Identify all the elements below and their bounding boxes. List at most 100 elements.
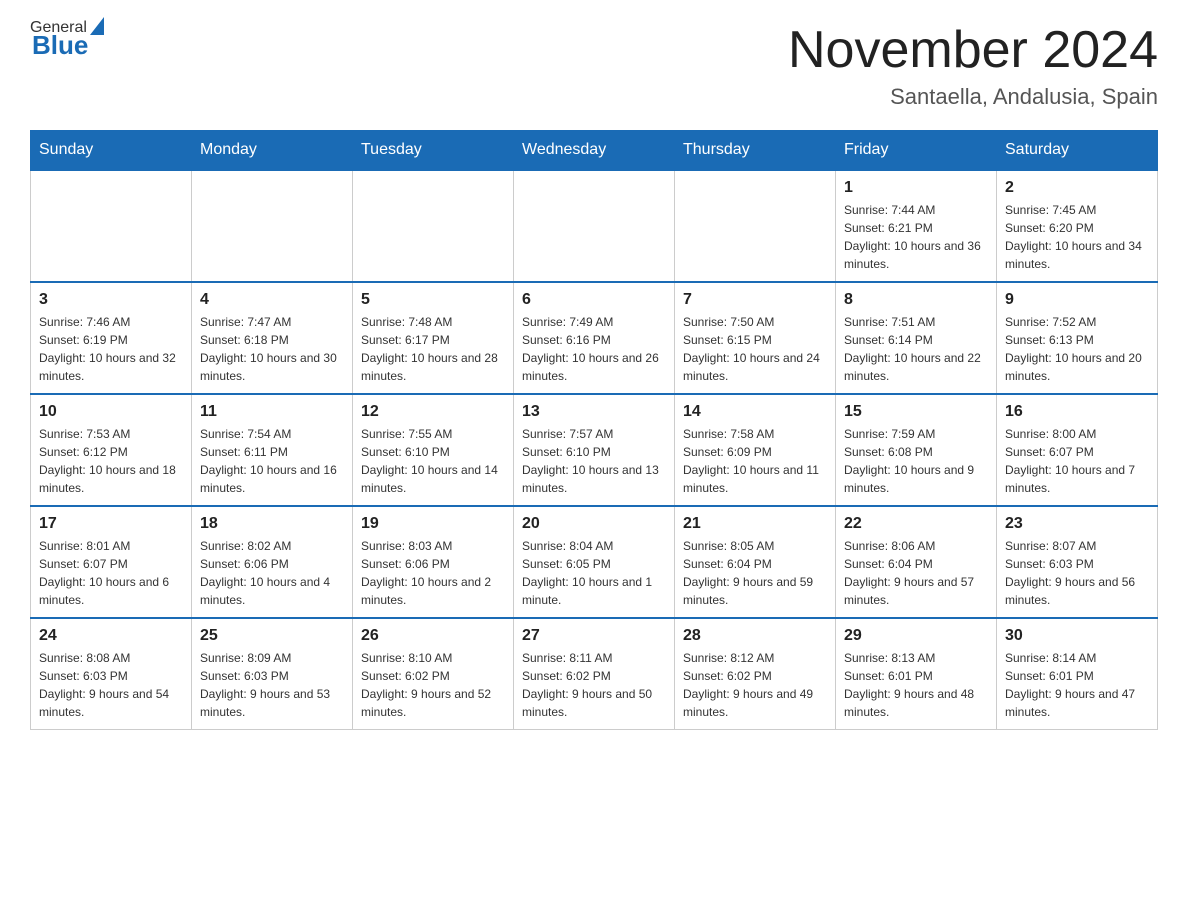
calendar-cell: 21 Sunrise: 8:05 AM Sunset: 6:04 PM Dayli… xyxy=(675,506,836,618)
calendar-cell: 1 Sunrise: 7:44 AM Sunset: 6:21 PM Daylig… xyxy=(836,170,997,282)
day-info: Sunrise: 8:12 AM Sunset: 6:02 PM Dayligh… xyxy=(683,649,827,721)
calendar-week-4: 17 Sunrise: 8:01 AM Sunset: 6:07 PM Dayli… xyxy=(31,506,1158,618)
calendar-cell: 12 Sunrise: 7:55 AM Sunset: 6:10 PM Dayli… xyxy=(353,394,514,506)
day-number: 20 xyxy=(522,515,666,533)
day-info: Sunrise: 7:47 AM Sunset: 6:18 PM Dayligh… xyxy=(200,313,344,385)
day-number: 8 xyxy=(844,291,988,309)
page-header: General Blue November 2024 Santaella, An… xyxy=(30,20,1158,110)
calendar-cell: 6Sunrise: 7:49 AM Sunset: 6:16 PM Daylig… xyxy=(514,282,675,394)
day-info: Sunrise: 7:44 AM Sunset: 6:21 PM Dayligh… xyxy=(844,201,988,273)
day-info: Sunrise: 8:10 AM Sunset: 6:02 PM Dayligh… xyxy=(361,649,505,721)
day-number: 29 xyxy=(844,627,988,645)
calendar-cell: 15 Sunrise: 7:59 AM Sunset: 6:08 PM Dayli… xyxy=(836,394,997,506)
day-info: Sunrise: 7:54 AM Sunset: 6:11 PM Dayligh… xyxy=(200,425,344,497)
calendar-cell xyxy=(353,170,514,282)
calendar-week-3: 10 Sunrise: 7:53 AM Sunset: 6:12 PM Dayli… xyxy=(31,394,1158,506)
calendar-cell xyxy=(192,170,353,282)
calendar-cell: 14Sunrise: 7:58 AM Sunset: 6:09 PM Dayli… xyxy=(675,394,836,506)
day-info: Sunrise: 7:59 AM Sunset: 6:08 PM Dayligh… xyxy=(844,425,988,497)
calendar-week-2: 3Sunrise: 7:46 AM Sunset: 6:19 PM Daylig… xyxy=(31,282,1158,394)
day-info: Sunrise: 8:14 AM Sunset: 6:01 PM Dayligh… xyxy=(1005,649,1149,721)
calendar-cell: 22 Sunrise: 8:06 AM Sunset: 6:04 PM Dayli… xyxy=(836,506,997,618)
calendar-cell: 13 Sunrise: 7:57 AM Sunset: 6:10 PM Dayli… xyxy=(514,394,675,506)
calendar-cell: 9Sunrise: 7:52 AM Sunset: 6:13 PM Daylig… xyxy=(997,282,1158,394)
header-day-saturday: Saturday xyxy=(997,131,1158,171)
day-info: Sunrise: 8:04 AM Sunset: 6:05 PM Dayligh… xyxy=(522,537,666,609)
day-info: Sunrise: 7:48 AM Sunset: 6:17 PM Dayligh… xyxy=(361,313,505,385)
day-number: 1 xyxy=(844,179,988,197)
day-number: 11 xyxy=(200,403,344,421)
calendar-cell: 24 Sunrise: 8:08 AM Sunset: 6:03 PM Dayli… xyxy=(31,618,192,730)
logo-blue-text: Blue xyxy=(32,30,88,61)
day-info: Sunrise: 8:06 AM Sunset: 6:04 PM Dayligh… xyxy=(844,537,988,609)
header-day-friday: Friday xyxy=(836,131,997,171)
calendar-cell: 20 Sunrise: 8:04 AM Sunset: 6:05 PM Dayli… xyxy=(514,506,675,618)
day-number: 25 xyxy=(200,627,344,645)
day-number: 14 xyxy=(683,403,827,421)
day-number: 2 xyxy=(1005,179,1149,197)
day-info: Sunrise: 8:11 AM Sunset: 6:02 PM Dayligh… xyxy=(522,649,666,721)
calendar-cell: 18Sunrise: 8:02 AM Sunset: 6:06 PM Dayli… xyxy=(192,506,353,618)
day-number: 7 xyxy=(683,291,827,309)
day-number: 12 xyxy=(361,403,505,421)
day-info: Sunrise: 8:05 AM Sunset: 6:04 PM Dayligh… xyxy=(683,537,827,609)
day-number: 4 xyxy=(200,291,344,309)
day-info: Sunrise: 7:55 AM Sunset: 6:10 PM Dayligh… xyxy=(361,425,505,497)
calendar-week-5: 24 Sunrise: 8:08 AM Sunset: 6:03 PM Dayli… xyxy=(31,618,1158,730)
month-title: November 2024 xyxy=(788,20,1158,80)
day-info: Sunrise: 8:03 AM Sunset: 6:06 PM Dayligh… xyxy=(361,537,505,609)
calendar-cell: 28 Sunrise: 8:12 AM Sunset: 6:02 PM Dayli… xyxy=(675,618,836,730)
day-info: Sunrise: 7:46 AM Sunset: 6:19 PM Dayligh… xyxy=(39,313,183,385)
day-info: Sunrise: 7:50 AM Sunset: 6:15 PM Dayligh… xyxy=(683,313,827,385)
calendar-cell: 19 Sunrise: 8:03 AM Sunset: 6:06 PM Dayli… xyxy=(353,506,514,618)
day-info: Sunrise: 8:09 AM Sunset: 6:03 PM Dayligh… xyxy=(200,649,344,721)
logo: General Blue xyxy=(30,20,104,61)
logo-triangle-icon xyxy=(90,17,104,35)
header-day-tuesday: Tuesday xyxy=(353,131,514,171)
day-number: 23 xyxy=(1005,515,1149,533)
header-day-monday: Monday xyxy=(192,131,353,171)
calendar-cell: 17 Sunrise: 8:01 AM Sunset: 6:07 PM Dayli… xyxy=(31,506,192,618)
calendar-cell: 5 Sunrise: 7:48 AM Sunset: 6:17 PM Daylig… xyxy=(353,282,514,394)
day-info: Sunrise: 8:13 AM Sunset: 6:01 PM Dayligh… xyxy=(844,649,988,721)
day-info: Sunrise: 7:49 AM Sunset: 6:16 PM Dayligh… xyxy=(522,313,666,385)
day-info: Sunrise: 8:08 AM Sunset: 6:03 PM Dayligh… xyxy=(39,649,183,721)
day-info: Sunrise: 7:45 AM Sunset: 6:20 PM Dayligh… xyxy=(1005,201,1149,273)
day-info: Sunrise: 7:52 AM Sunset: 6:13 PM Dayligh… xyxy=(1005,313,1149,385)
calendar-cell: 29 Sunrise: 8:13 AM Sunset: 6:01 PM Dayli… xyxy=(836,618,997,730)
day-info: Sunrise: 8:01 AM Sunset: 6:07 PM Dayligh… xyxy=(39,537,183,609)
day-number: 17 xyxy=(39,515,183,533)
calendar-cell: 4 Sunrise: 7:47 AM Sunset: 6:18 PM Daylig… xyxy=(192,282,353,394)
day-info: Sunrise: 8:00 AM Sunset: 6:07 PM Dayligh… xyxy=(1005,425,1149,497)
day-number: 19 xyxy=(361,515,505,533)
day-number: 26 xyxy=(361,627,505,645)
day-number: 18 xyxy=(200,515,344,533)
header-day-sunday: Sunday xyxy=(31,131,192,171)
day-number: 28 xyxy=(683,627,827,645)
day-number: 30 xyxy=(1005,627,1149,645)
day-number: 27 xyxy=(522,627,666,645)
day-number: 10 xyxy=(39,403,183,421)
day-number: 22 xyxy=(844,515,988,533)
calendar-cell: 26 Sunrise: 8:10 AM Sunset: 6:02 PM Dayli… xyxy=(353,618,514,730)
calendar-cell: 3Sunrise: 7:46 AM Sunset: 6:19 PM Daylig… xyxy=(31,282,192,394)
calendar-cell: 30 Sunrise: 8:14 AM Sunset: 6:01 PM Dayli… xyxy=(997,618,1158,730)
day-number: 24 xyxy=(39,627,183,645)
day-number: 15 xyxy=(844,403,988,421)
calendar-cell: 16 Sunrise: 8:00 AM Sunset: 6:07 PM Dayli… xyxy=(997,394,1158,506)
calendar-week-1: 1 Sunrise: 7:44 AM Sunset: 6:21 PM Daylig… xyxy=(31,170,1158,282)
calendar-cell: 23Sunrise: 8:07 AM Sunset: 6:03 PM Dayli… xyxy=(997,506,1158,618)
calendar-cell xyxy=(675,170,836,282)
day-info: Sunrise: 7:57 AM Sunset: 6:10 PM Dayligh… xyxy=(522,425,666,497)
day-number: 21 xyxy=(683,515,827,533)
day-info: Sunrise: 7:53 AM Sunset: 6:12 PM Dayligh… xyxy=(39,425,183,497)
day-info: Sunrise: 7:51 AM Sunset: 6:14 PM Dayligh… xyxy=(844,313,988,385)
day-number: 16 xyxy=(1005,403,1149,421)
calendar-cell: 7 Sunrise: 7:50 AM Sunset: 6:15 PM Daylig… xyxy=(675,282,836,394)
day-number: 5 xyxy=(361,291,505,309)
calendar-cell: 2 Sunrise: 7:45 AM Sunset: 6:20 PM Daylig… xyxy=(997,170,1158,282)
day-number: 13 xyxy=(522,403,666,421)
calendar-cell: 10 Sunrise: 7:53 AM Sunset: 6:12 PM Dayli… xyxy=(31,394,192,506)
calendar-cell: 27 Sunrise: 8:11 AM Sunset: 6:02 PM Dayli… xyxy=(514,618,675,730)
calendar-cell: 8 Sunrise: 7:51 AM Sunset: 6:14 PM Daylig… xyxy=(836,282,997,394)
